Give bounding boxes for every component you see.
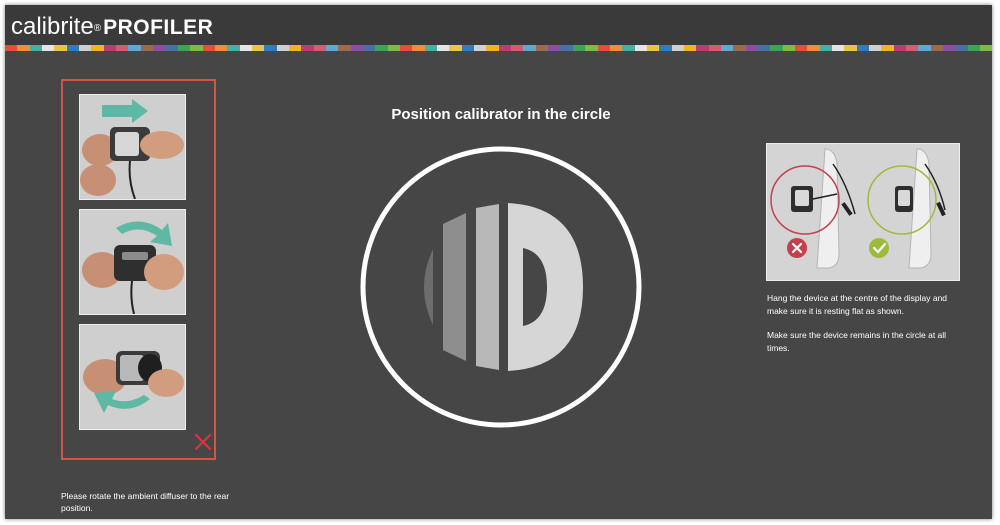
correct-icon	[869, 238, 889, 258]
color-swatch	[906, 45, 919, 51]
color-swatch	[227, 45, 240, 51]
step-image-3	[79, 324, 186, 430]
color-swatch	[313, 45, 326, 51]
color-swatch	[251, 45, 265, 51]
brand-name: calibrite	[11, 13, 94, 40]
calibrator-target-circle	[360, 146, 642, 428]
color-swatch	[437, 45, 450, 51]
color-swatch	[202, 45, 215, 51]
step-image-2	[79, 209, 186, 315]
color-swatch	[54, 45, 67, 51]
color-swatch	[770, 45, 783, 51]
color-swatch	[918, 45, 931, 51]
profiler-window: calibrite®PROFILER Please rotate the amb…	[5, 5, 992, 519]
guide-paragraph-2: Make sure the device remains in the circ…	[767, 330, 947, 353]
color-swatch	[301, 45, 314, 51]
color-swatch	[856, 45, 870, 51]
color-swatch	[622, 45, 635, 51]
color-swatch	[412, 45, 425, 51]
color-swatch	[190, 45, 203, 51]
color-swatch	[967, 45, 981, 51]
color-swatch	[66, 45, 80, 51]
color-swatch	[757, 45, 771, 51]
color-swatch	[943, 45, 956, 51]
color-swatch	[511, 45, 524, 51]
color-swatch	[634, 45, 647, 51]
app-header: calibrite®PROFILER	[5, 5, 992, 45]
color-swatch	[424, 45, 438, 51]
color-swatch	[461, 45, 475, 51]
color-swatch	[239, 45, 252, 51]
color-strip	[5, 45, 992, 51]
color-swatch	[400, 45, 413, 51]
color-swatch	[819, 45, 833, 51]
color-swatch	[609, 45, 623, 51]
color-swatch	[375, 45, 388, 51]
color-swatch	[733, 45, 746, 51]
color-swatch	[79, 45, 92, 51]
brand-logo: calibrite®PROFILER	[11, 13, 213, 42]
color-swatch	[659, 45, 672, 51]
diffuser-note: Please rotate the ambient diffuser to th…	[61, 491, 230, 513]
color-swatch	[116, 45, 129, 51]
color-swatch	[585, 45, 598, 51]
color-swatch	[807, 45, 820, 51]
color-swatch	[683, 45, 697, 51]
diffuser-steps-frame	[61, 79, 216, 460]
color-swatch	[103, 45, 117, 51]
color-swatch	[350, 45, 363, 51]
color-swatch	[153, 45, 166, 51]
color-swatch	[708, 45, 721, 51]
color-swatch	[535, 45, 549, 51]
color-swatch	[449, 45, 462, 51]
color-swatch	[91, 45, 104, 51]
color-swatch	[165, 45, 178, 51]
color-swatch	[140, 45, 154, 51]
color-swatch	[29, 45, 43, 51]
color-swatch	[362, 45, 376, 51]
color-swatch	[560, 45, 573, 51]
color-swatch	[955, 45, 968, 51]
color-swatch	[214, 45, 228, 51]
color-swatch	[869, 45, 882, 51]
color-swatch	[782, 45, 795, 51]
color-swatch	[177, 45, 191, 51]
color-swatch	[474, 45, 487, 51]
color-swatch	[288, 45, 302, 51]
close-icon[interactable]	[194, 433, 212, 451]
color-swatch	[696, 45, 709, 51]
color-swatch	[548, 45, 561, 51]
color-swatch	[597, 45, 610, 51]
step-image-1	[79, 94, 186, 200]
color-swatch	[5, 45, 18, 51]
color-swatch	[844, 45, 857, 51]
color-swatch	[720, 45, 734, 51]
color-swatch	[646, 45, 660, 51]
color-swatch	[498, 45, 512, 51]
guide-paragraph-1: Hang the device at the centre of the dis…	[767, 293, 948, 316]
color-swatch	[980, 45, 992, 51]
color-swatch	[523, 45, 536, 51]
color-swatch	[671, 45, 684, 51]
placement-example-image	[766, 143, 960, 281]
color-swatch	[486, 45, 499, 51]
color-swatch	[893, 45, 907, 51]
page-title: Position calibrator in the circle	[391, 106, 611, 123]
color-swatch	[325, 45, 339, 51]
color-swatch	[745, 45, 758, 51]
color-swatch	[276, 45, 289, 51]
color-swatch	[17, 45, 30, 51]
registered-mark: ®	[93, 23, 102, 34]
color-swatch	[338, 45, 351, 51]
color-swatch	[881, 45, 894, 51]
color-swatch	[128, 45, 141, 51]
color-swatch	[42, 45, 55, 51]
color-swatch	[387, 45, 400, 51]
color-swatch	[832, 45, 845, 51]
color-swatch	[930, 45, 944, 51]
product-name: PROFILER	[103, 16, 214, 39]
color-swatch	[264, 45, 277, 51]
color-swatch	[572, 45, 586, 51]
color-swatch	[795, 45, 808, 51]
